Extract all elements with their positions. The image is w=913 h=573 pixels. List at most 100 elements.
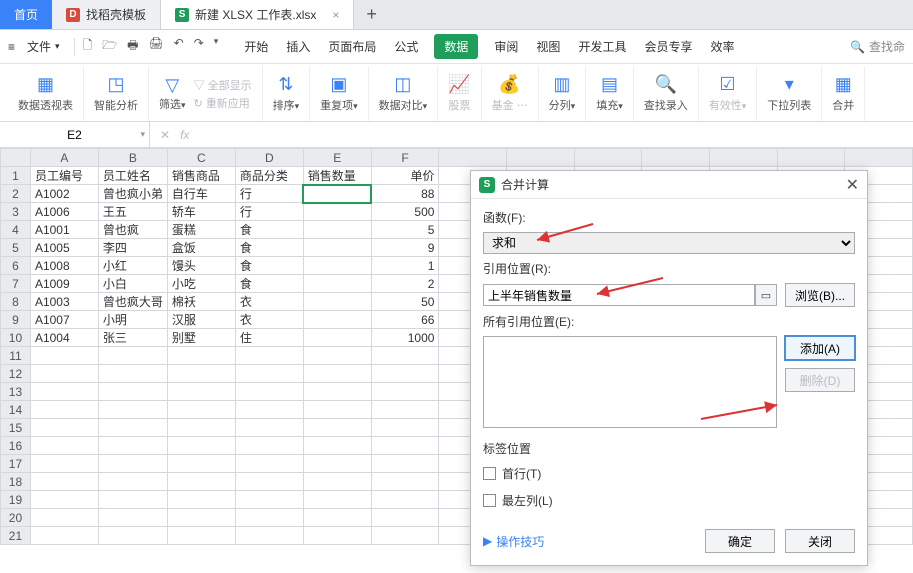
tab-page-layout[interactable]: 页面布局 <box>326 34 378 59</box>
browse-button[interactable]: 浏览(B)... <box>785 283 855 307</box>
cell[interactable]: 小明 <box>98 311 167 329</box>
cell[interactable] <box>303 347 371 365</box>
cell[interactable]: 住 <box>235 329 303 347</box>
cell[interactable] <box>303 455 371 473</box>
name-box[interactable]: ▾ <box>0 122 150 147</box>
col-header[interactable] <box>710 149 778 167</box>
cell[interactable]: 食 <box>235 239 303 257</box>
print-icon[interactable]: 🖨 <box>148 36 163 57</box>
cell[interactable] <box>30 527 98 545</box>
cell[interactable]: 小红 <box>98 257 167 275</box>
cell[interactable] <box>371 437 439 455</box>
cell[interactable]: A1004 <box>30 329 98 347</box>
row-header[interactable]: 2 <box>1 185 31 203</box>
cell[interactable] <box>30 401 98 419</box>
all-references-listbox[interactable] <box>483 336 777 428</box>
cell[interactable] <box>371 491 439 509</box>
cell[interactable] <box>371 527 439 545</box>
app-menu-icon[interactable]: ≡ <box>8 40 15 54</box>
tab-dev[interactable]: 开发工具 <box>576 34 628 59</box>
fill-button[interactable]: ▤填充▾ <box>586 66 634 121</box>
chevron-down-icon[interactable]: ▾ <box>140 129 145 140</box>
cell[interactable] <box>235 491 303 509</box>
cell[interactable] <box>303 275 371 293</box>
cell[interactable] <box>167 527 235 545</box>
cell[interactable] <box>371 509 439 527</box>
funds-button[interactable]: 💰基金 ⋯ <box>482 66 539 121</box>
col-header[interactable]: C <box>167 149 235 167</box>
cell[interactable]: 王五 <box>98 203 167 221</box>
row-header[interactable]: 16 <box>1 437 31 455</box>
cell[interactable] <box>30 437 98 455</box>
cell[interactable]: 食 <box>235 221 303 239</box>
cell[interactable] <box>303 257 371 275</box>
cell[interactable]: 2 <box>371 275 439 293</box>
cell[interactable] <box>371 455 439 473</box>
cell[interactable]: 蛋糕 <box>167 221 235 239</box>
range-picker-icon[interactable]: ▭ <box>755 284 777 306</box>
row-header[interactable]: 1 <box>1 167 31 185</box>
cell[interactable] <box>167 401 235 419</box>
cell[interactable]: 别墅 <box>167 329 235 347</box>
cell[interactable]: A1009 <box>30 275 98 293</box>
cell[interactable] <box>371 401 439 419</box>
cell[interactable]: 销售数量 <box>303 167 371 185</box>
cell[interactable]: 曾也疯大哥 <box>98 293 167 311</box>
cell[interactable]: 销售商品 <box>167 167 235 185</box>
cell[interactable] <box>167 455 235 473</box>
cell[interactable]: 员工编号 <box>30 167 98 185</box>
tips-link[interactable]: ▶操作技巧 <box>483 533 544 550</box>
cell[interactable]: 曾也疯小弟 <box>98 185 167 203</box>
cell[interactable] <box>303 311 371 329</box>
cell[interactable] <box>167 383 235 401</box>
row-header[interactable]: 11 <box>1 347 31 365</box>
cell[interactable] <box>303 527 371 545</box>
cell[interactable]: 9 <box>371 239 439 257</box>
cell[interactable] <box>303 185 371 203</box>
cell[interactable] <box>30 455 98 473</box>
row-header[interactable]: 19 <box>1 491 31 509</box>
cell[interactable]: 员工姓名 <box>98 167 167 185</box>
tab-new[interactable]: + <box>354 0 389 29</box>
row-header[interactable]: 18 <box>1 473 31 491</box>
cell[interactable] <box>30 347 98 365</box>
col-header[interactable] <box>507 149 575 167</box>
cell[interactable] <box>167 491 235 509</box>
cell[interactable]: 500 <box>371 203 439 221</box>
col-header[interactable]: A <box>30 149 98 167</box>
row-header[interactable]: 9 <box>1 311 31 329</box>
cell[interactable] <box>235 347 303 365</box>
cell[interactable] <box>235 437 303 455</box>
cell[interactable] <box>303 419 371 437</box>
col-header[interactable] <box>642 149 710 167</box>
cell[interactable]: A1008 <box>30 257 98 275</box>
open-icon[interactable]: 🗁 <box>102 36 117 57</box>
ok-button[interactable]: 确定 <box>705 529 775 553</box>
cell[interactable] <box>98 347 167 365</box>
cell[interactable]: 轿车 <box>167 203 235 221</box>
cell[interactable]: 食 <box>235 257 303 275</box>
data-compare-button[interactable]: ◫数据对比▾ <box>369 66 439 121</box>
cell[interactable]: 汉服 <box>167 311 235 329</box>
corner-cell[interactable] <box>1 149 31 167</box>
cell[interactable]: 单价 <box>371 167 439 185</box>
cell[interactable] <box>30 473 98 491</box>
cell[interactable] <box>303 491 371 509</box>
cell[interactable] <box>30 365 98 383</box>
smart-analysis-button[interactable]: ◳智能分析 <box>84 66 149 121</box>
cell[interactable] <box>30 491 98 509</box>
cell[interactable]: A1002 <box>30 185 98 203</box>
validation-button[interactable]: ☑有效性▾ <box>699 66 758 121</box>
cell[interactable]: 88 <box>371 185 439 203</box>
cell[interactable] <box>371 365 439 383</box>
show-all-button[interactable]: ▽ 全部显示 <box>194 77 252 93</box>
row-header[interactable]: 20 <box>1 509 31 527</box>
row-header[interactable]: 21 <box>1 527 31 545</box>
cell[interactable] <box>303 221 371 239</box>
cell[interactable] <box>303 401 371 419</box>
cell[interactable] <box>303 329 371 347</box>
cell[interactable] <box>98 365 167 383</box>
cell[interactable]: 1000 <box>371 329 439 347</box>
col-header[interactable]: B <box>98 149 167 167</box>
row-header[interactable]: 14 <box>1 401 31 419</box>
